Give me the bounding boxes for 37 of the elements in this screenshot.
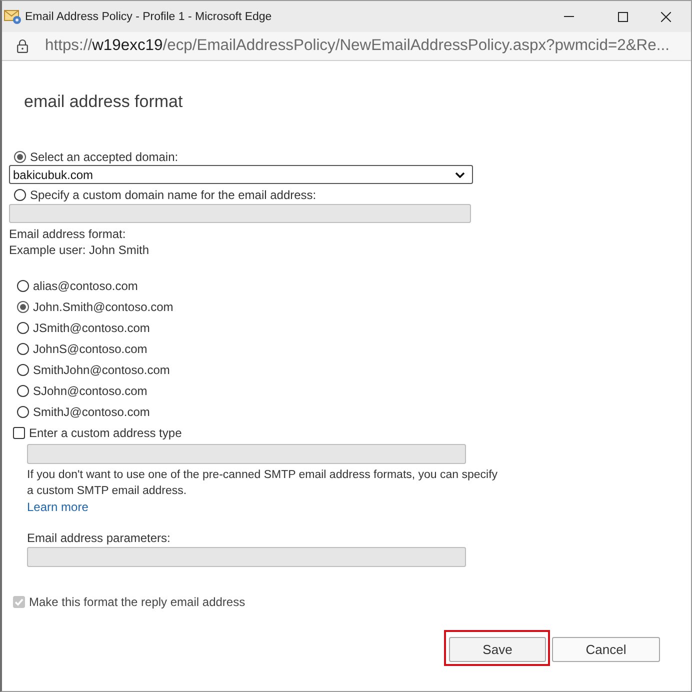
example-user-text: Example user: John Smith bbox=[9, 242, 150, 258]
radio-label[interactable]: JohnS@contoso.com bbox=[33, 340, 148, 356]
section-heading: email address format bbox=[24, 91, 183, 113]
radio-label[interactable]: John.Smith@contoso.com bbox=[33, 298, 174, 314]
lock-icon bbox=[17, 39, 28, 53]
cancel-button[interactable]: Cancel bbox=[552, 637, 660, 662]
radio-button[interactable] bbox=[17, 322, 29, 334]
radio-button[interactable] bbox=[17, 280, 29, 292]
radio-button[interactable] bbox=[17, 300, 29, 312]
minimize-icon bbox=[564, 16, 574, 17]
radio-label[interactable]: SJohn@contoso.com bbox=[33, 382, 148, 398]
url-text[interactable]: https://w19exc19/ecp/EmailAddressPolicy/NewEmailAddressPolicy.aspx?pwmcid=2&Re... bbox=[45, 37, 670, 55]
maximize-icon bbox=[618, 12, 628, 22]
checkbox-label[interactable]: Enter a custom address type bbox=[29, 424, 182, 440]
radio-label[interactable]: Specify a custom domain name for the email address: bbox=[30, 187, 316, 203]
chevron-down-icon bbox=[455, 172, 465, 178]
radio-label[interactable]: JSmith@contoso.com bbox=[33, 320, 150, 336]
format-label: Email address format: bbox=[9, 226, 126, 242]
radio-label[interactable]: SmithJohn@contoso.com bbox=[33, 362, 170, 378]
parameters-label: Email address parameters: bbox=[27, 530, 170, 546]
window-title: Email Address Policy - Profile 1 - Microsoft Edge bbox=[25, 10, 273, 22]
radio-button[interactable] bbox=[17, 384, 29, 396]
radio-button[interactable] bbox=[17, 406, 29, 418]
radio-label[interactable]: Select an accepted domain: bbox=[30, 149, 178, 165]
checkbox[interactable] bbox=[13, 426, 25, 438]
radio-button[interactable] bbox=[14, 189, 26, 201]
learn-more-link[interactable]: Learn more bbox=[27, 499, 88, 515]
save-button[interactable]: Save bbox=[449, 637, 546, 662]
radio-label[interactable]: alias@contoso.com bbox=[33, 278, 138, 294]
radio-label[interactable]: SmithJ@contoso.com bbox=[33, 404, 150, 420]
checkmark-icon bbox=[14, 597, 24, 607]
domain-dropdown[interactable]: bakicubuk.com bbox=[9, 165, 473, 184]
radio-button[interactable] bbox=[17, 342, 29, 354]
help-text: If you don't want to use one of the pre-canned SMTP email address formats, you can specify a custom SMTP email address. bbox=[27, 468, 499, 499]
radio-button[interactable] bbox=[17, 364, 29, 376]
close-icon bbox=[661, 12, 671, 22]
radio-button[interactable] bbox=[14, 151, 26, 163]
